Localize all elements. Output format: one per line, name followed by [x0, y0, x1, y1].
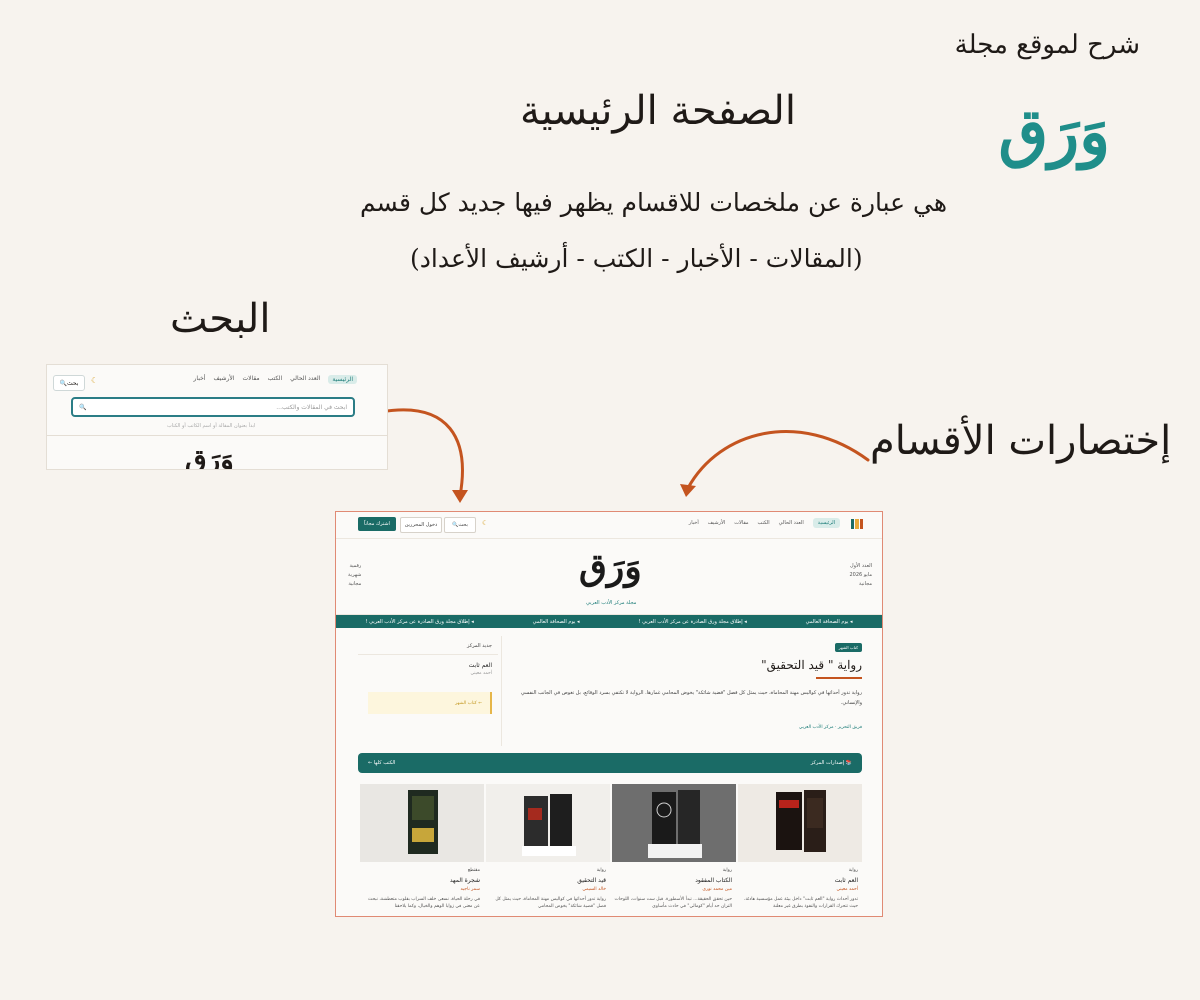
editors-login-button[interactable]: دخول المحررين — [400, 517, 442, 533]
book-type: رواية — [596, 868, 606, 873]
main-nav-links: الرئيسية العدد الحالي الكتب مقالات الأرش… — [689, 518, 840, 528]
arrow-shortcuts-head — [680, 484, 696, 497]
book-card[interactable]: رواية قيد التحقيق خالد السيمي رواية تدور… — [486, 784, 610, 916]
nav-item-articles[interactable]: مقالات — [243, 375, 260, 384]
masthead: رقمية شهرية مجانية وَرَق مجلة مركز الأدب… — [336, 538, 882, 615]
subscribe-button[interactable]: اشترك مجاناً — [358, 517, 396, 531]
moon-icon[interactable]: ☾ — [482, 519, 488, 527]
book-cover — [738, 784, 862, 862]
book-card[interactable]: مقتطع شجرة المهد سمر ناجيه في رحلة الحيا… — [360, 784, 484, 916]
nav-item-archive[interactable]: الأرشيف — [213, 375, 234, 384]
issue-date: مايو 2026 — [849, 572, 873, 578]
nav-item-current-issue[interactable]: العدد الحالي — [779, 520, 804, 526]
book-title: العم ثابت — [834, 877, 858, 884]
book-author: سمر ناجيه — [460, 887, 480, 892]
feature-underline — [816, 677, 862, 679]
all-books-link[interactable]: الكتب كلها ← — [368, 760, 395, 766]
nav-item-articles[interactable]: مقالات — [734, 520, 748, 526]
book-cover-image — [522, 794, 576, 856]
feature-title[interactable]: رواية " قيد التحقيق" — [761, 658, 862, 672]
search-placeholder: ابحث في المقالات والكتب... — [276, 403, 347, 411]
book-type: مقتطع — [467, 868, 480, 873]
feature-author: فريق التحرير · مركز الأدب العربي — [798, 725, 862, 730]
masthead-left-info: رقمية شهرية مجانية — [348, 562, 361, 589]
nav-item-archive[interactable]: الأرشيف — [708, 520, 726, 526]
ticker-item[interactable]: ◂ يوم الصحافة العالمي — [806, 619, 853, 625]
homepage-screenshot: اشترك مجاناً دخول المحررين 🔍 بحث ☾ الرئيس… — [335, 511, 883, 917]
issue-number: العدد الأول — [849, 563, 872, 569]
search-hint: ابدأ بعنوان المقالة أو اسم الكاتب أو الك… — [167, 423, 256, 429]
book-type: رواية — [722, 868, 732, 873]
search-icon: 🔍 — [59, 379, 68, 387]
book-cover — [612, 784, 736, 862]
releases-title: 📚 إصدارات المركز — [810, 760, 852, 766]
news-ticker: ◂ إطلاق مجلة ورق الصادرة عن مركز الأدب ا… — [336, 615, 882, 628]
search-panel-screenshot: 🔍 بحث ☾ الرئيسية العدد الحالي الكتب مقالا… — [46, 364, 388, 470]
book-title: شجرة المهد — [449, 877, 480, 884]
search-input[interactable]: ابحث في المقالات والكتب... 🔍 — [71, 397, 355, 417]
search-button-label: بحث — [67, 379, 79, 387]
book-description: حين تحقق الحقيقة... تبدأ الأسطورة. قبل س… — [614, 897, 732, 909]
site-navbar: اشترك مجاناً دخول المحررين 🔍 بحث ☾ الرئيس… — [336, 512, 882, 539]
nav-item-home[interactable]: الرئيسية — [812, 518, 840, 528]
search-panel-logo: وَرَق — [185, 443, 234, 470]
book-card[interactable]: رواية العم ثابت أحمد معيني تدور أحداث رو… — [738, 784, 862, 916]
book-cover-image — [408, 790, 438, 854]
nav-item-books[interactable]: الكتب — [758, 520, 770, 526]
nav-item-news[interactable]: أخبار — [194, 375, 206, 384]
sidebar-book-author: أحمد معيني — [470, 671, 492, 676]
divider — [47, 435, 387, 436]
search-icon: 🔍 — [79, 403, 87, 411]
feature-text: رواية تدور أحداثها في كواليس مهنة المحام… — [520, 690, 862, 706]
book-cover-image — [776, 790, 826, 852]
nav-item-books[interactable]: الكتب — [268, 375, 283, 384]
masthead-type-3: مجانية — [348, 581, 362, 587]
arrow-shortcuts — [686, 430, 870, 490]
book-author: خالد السيمي — [582, 887, 606, 892]
ticker-item[interactable]: ◂ إطلاق مجلة ورق الصادرة عن مركز الأدب ا… — [365, 619, 473, 625]
search-nav-links: الرئيسية العدد الحالي الكتب مقالات الأرش… — [194, 375, 357, 384]
site-logo-icon[interactable] — [850, 517, 864, 531]
masthead-right-info: العدد الأول مايو 2026 مجانية — [850, 562, 873, 589]
book-type: رواية — [848, 868, 858, 873]
book-card[interactable]: رواية الكتاب المفقود مين محمد نوري حين ت… — [612, 784, 736, 916]
book-author: مين محمد نوري — [702, 887, 732, 892]
book-cover — [486, 784, 610, 862]
ticker-item[interactable]: ◂ يوم الصحافة العالمي — [533, 619, 580, 625]
nav-item-news[interactable]: أخبار — [689, 520, 699, 526]
releases-header: 📚 إصدارات المركز الكتب كلها ← — [358, 753, 862, 773]
sidebar-book-title[interactable]: العم ثابت — [469, 662, 492, 669]
featured-book: كتاب الشهر رواية " قيد التحقيق" رواية تد… — [501, 636, 862, 746]
book-author: أحمد معيني — [836, 887, 858, 892]
book-cover — [360, 784, 484, 862]
nav-item-current-issue[interactable]: العدد الحالي — [290, 375, 320, 384]
masthead-tagline: مجلة مركز الأدب العربي — [586, 600, 637, 606]
moon-icon[interactable]: ☾ — [91, 376, 98, 385]
masthead-type-2: شهرية — [348, 572, 362, 578]
search-button[interactable]: 🔍 بحث — [444, 517, 476, 533]
search-nav: 🔍 بحث ☾ الرئيسية العدد الحالي الكتب مقالا… — [47, 371, 387, 391]
arrow-search — [378, 408, 464, 498]
book-description: في رحلة الحياة، نسعى خلف السراب بقلوب مت… — [367, 897, 480, 909]
book-description: تدور أحداث رواية "العم ثابت" داخل بيئة ع… — [744, 897, 858, 909]
book-description: رواية تدور أحداثها في كواليس مهنة المحام… — [495, 897, 606, 909]
search-button-label: بحث — [458, 522, 468, 528]
arrow-search-head — [452, 490, 468, 503]
masthead-logo: وَرَق — [579, 546, 642, 588]
feature-badge: كتاب الشهر — [834, 643, 862, 652]
issue-price: مجانية — [858, 581, 872, 587]
search-button[interactable]: 🔍 بحث — [53, 375, 85, 391]
book-title: قيد التحقيق — [577, 877, 606, 884]
sidebar-heading: جديد المركز — [466, 643, 492, 649]
sidebar-new: جديد المركز العم ثابت أحمد معيني ← كتاب … — [358, 636, 498, 746]
books-icon: 📚 — [845, 760, 852, 766]
masthead-type-1: رقمية — [349, 563, 362, 569]
book-of-month-link[interactable]: ← كتاب الشهر — [368, 692, 492, 714]
book-cover-image — [648, 790, 702, 858]
divider — [358, 654, 498, 655]
nav-item-home[interactable]: الرئيسية — [328, 375, 357, 384]
ticker-item[interactable]: ◂ إطلاق مجلة ورق الصادرة عن مركز الأدب ا… — [638, 619, 746, 625]
book-title: الكتاب المفقود — [695, 877, 732, 884]
